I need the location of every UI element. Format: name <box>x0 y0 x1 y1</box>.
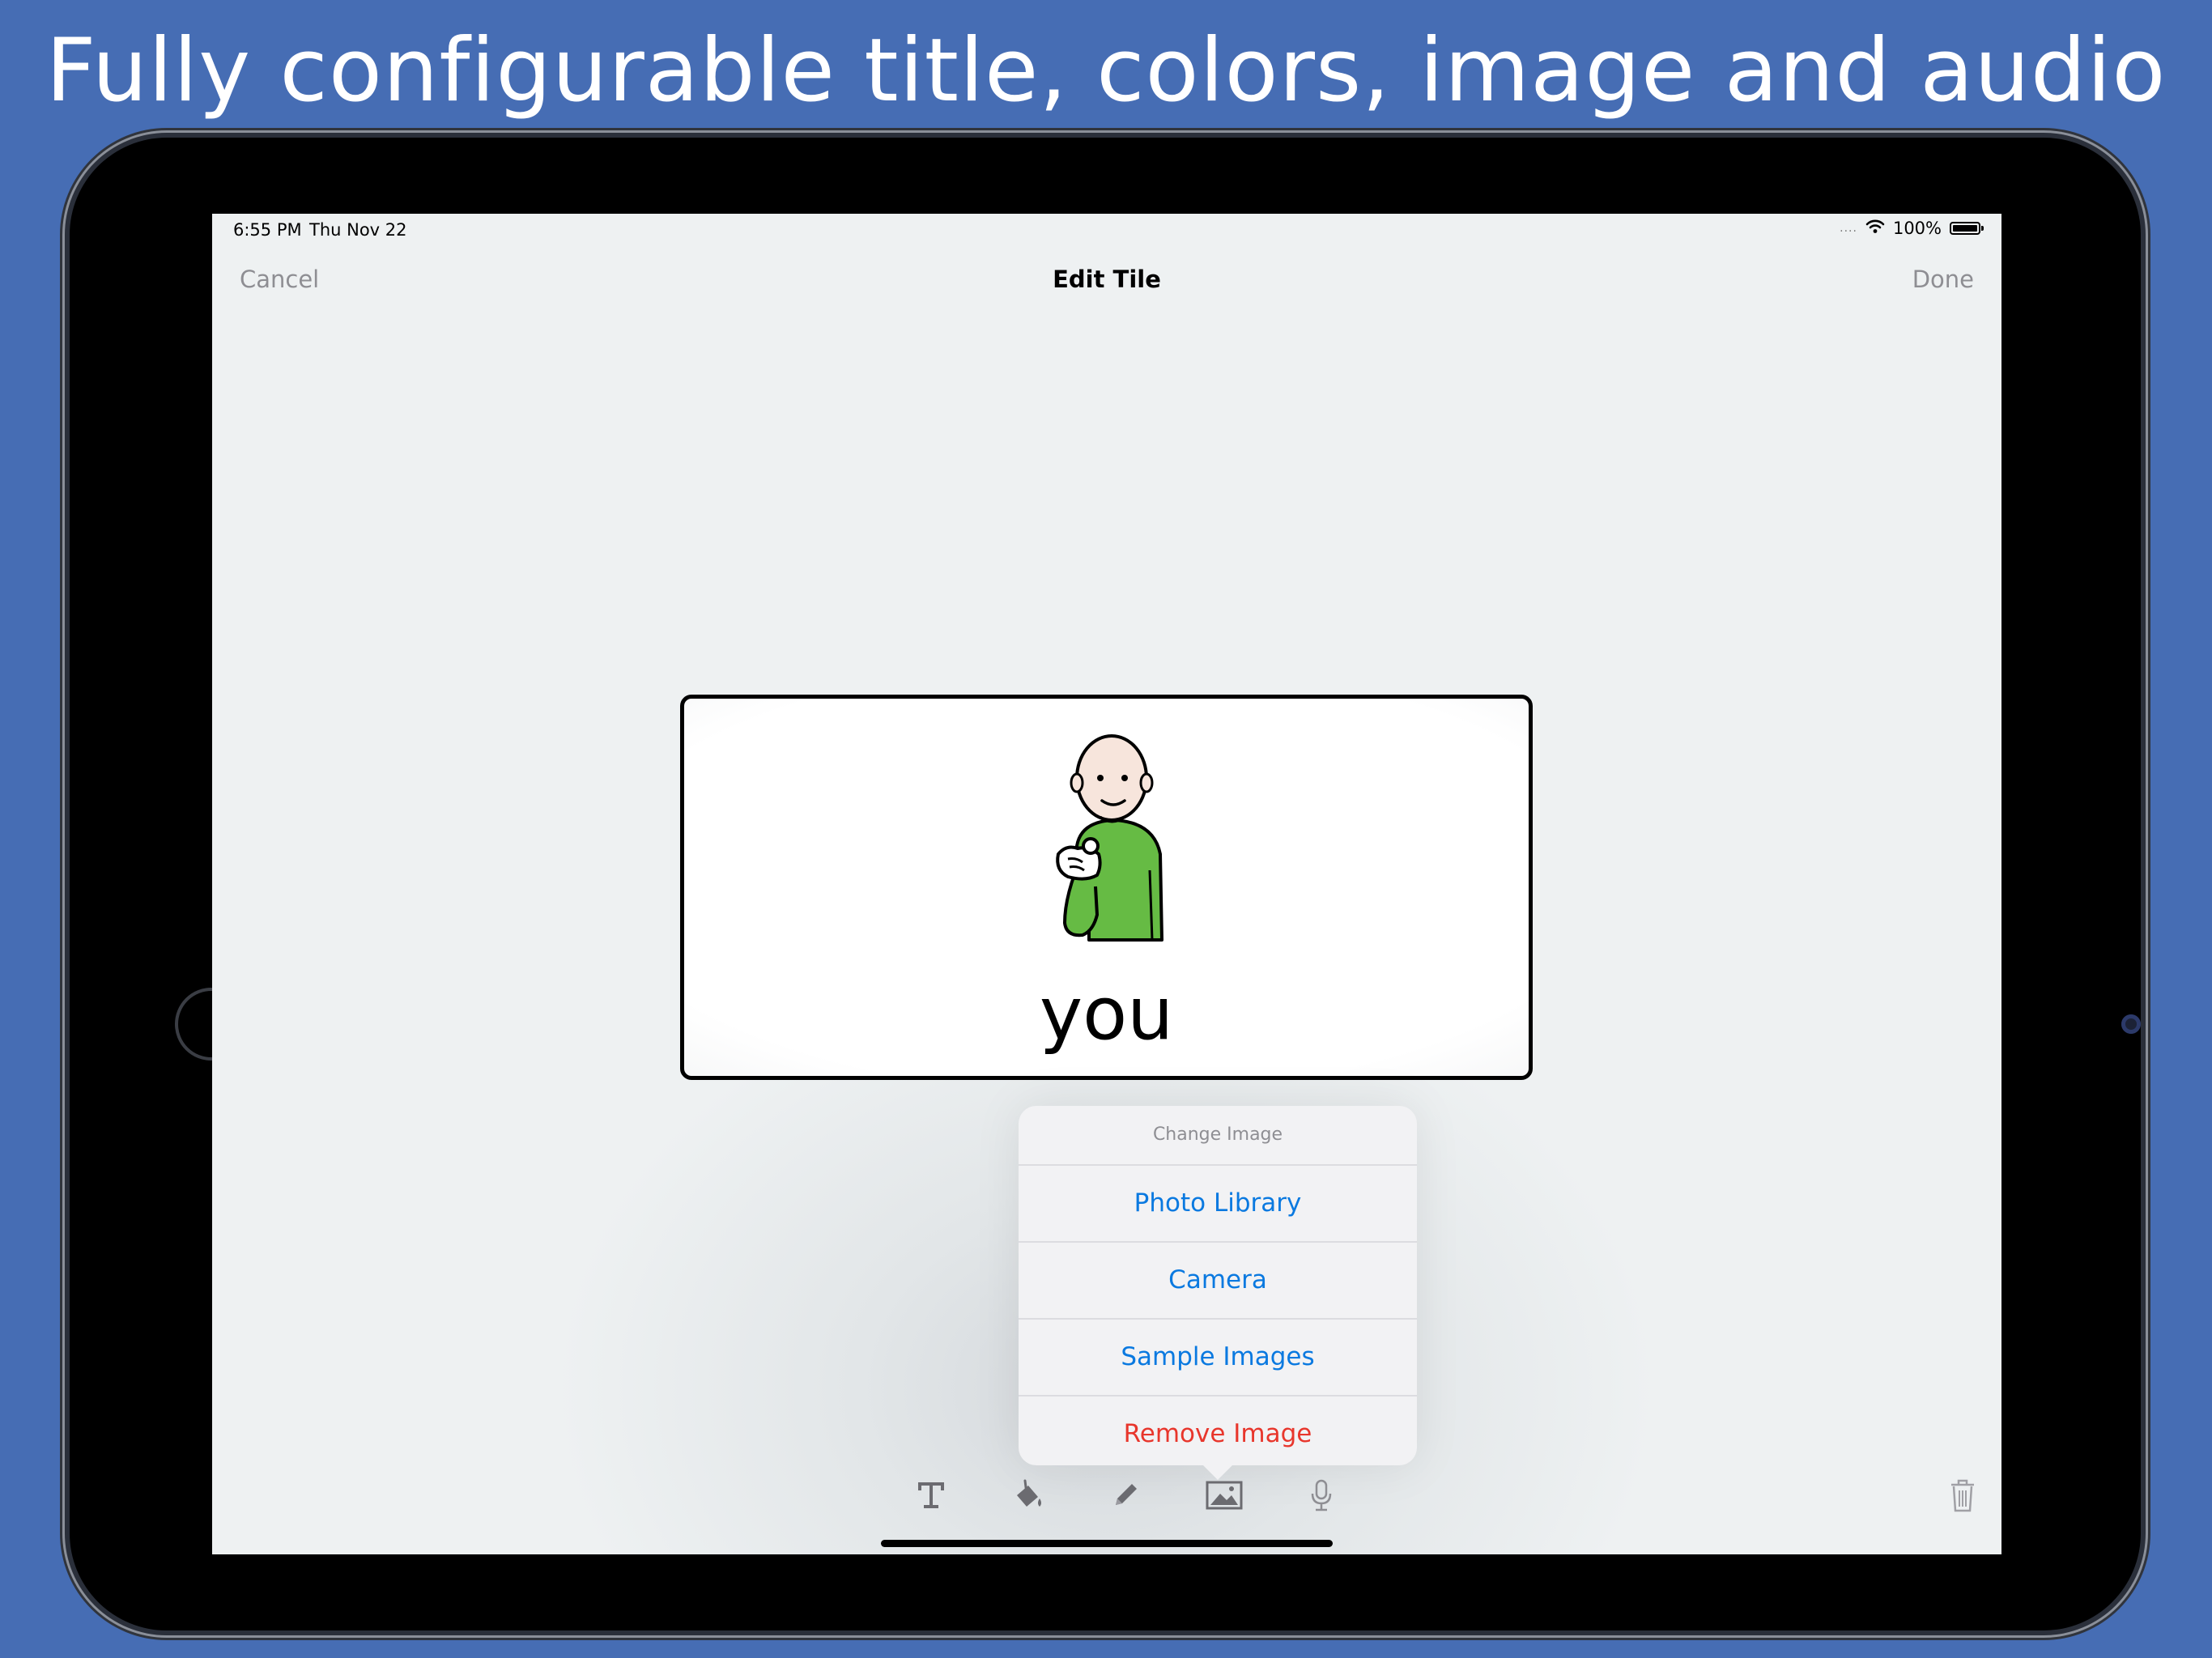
image-icon[interactable] <box>1202 1473 1247 1518</box>
status-date: Thu Nov 22 <box>309 220 407 240</box>
change-image-popover: Change Image Photo Library Camera Sample… <box>1019 1106 1417 1480</box>
paint-bucket-icon[interactable] <box>1006 1473 1051 1518</box>
text-icon[interactable] <box>908 1473 954 1518</box>
screen: 6:55 PM Thu Nov 22 .... 100% Cancel Edit… <box>212 214 2001 1554</box>
status-right: .... 100% <box>1840 219 1984 238</box>
home-indicator <box>881 1540 1333 1547</box>
tile-label[interactable]: you <box>684 974 1529 1055</box>
trash-icon[interactable] <box>1940 1473 1985 1518</box>
status-time: 6:55 PM <box>233 220 302 240</box>
sample-images-button[interactable]: Sample Images <box>1019 1320 1417 1397</box>
photo-library-button[interactable]: Photo Library <box>1019 1166 1417 1243</box>
signal-dots: .... <box>1840 222 1857 235</box>
headline: Fully configurable title, colors, image … <box>45 20 2167 121</box>
remove-image-button[interactable]: Remove Image <box>1019 1397 1417 1472</box>
tile-preview[interactable]: you <box>680 695 1533 1080</box>
battery-icon <box>1950 222 1984 235</box>
battery-percent: 100% <box>1892 219 1942 238</box>
done-button[interactable]: Done <box>1912 266 1974 293</box>
wifi-icon <box>1865 219 1885 238</box>
camera-button[interactable]: Camera <box>1019 1243 1417 1320</box>
person-pointing-symbol-icon[interactable] <box>1032 733 1194 943</box>
microphone-icon[interactable] <box>1299 1473 1344 1518</box>
status-bar: 6:55 PM Thu Nov 22 .... 100% <box>212 214 2001 246</box>
nav-title: Edit Tile <box>1053 266 1161 293</box>
pencil-icon[interactable] <box>1103 1473 1148 1518</box>
navigation-bar: Cancel Edit Tile Done <box>212 246 2001 311</box>
popover-title: Change Image <box>1019 1106 1417 1166</box>
front-camera <box>2121 1014 2141 1034</box>
